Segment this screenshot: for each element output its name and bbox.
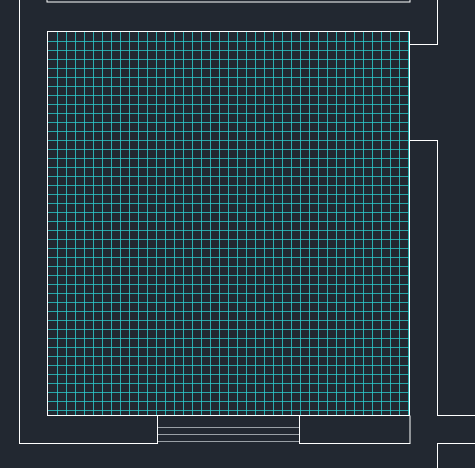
cad-drawing-canvas[interactable] [0,0,475,468]
right-corridor-wall [410,140,475,416]
door-threshold-steps [158,427,299,442]
bottom-right-wall [437,443,475,468]
right-column-upper [410,0,438,45]
floor-plan-drawing [19,0,475,468]
upper-room-bottom-wall [46,0,411,3]
tile-grid-hatch [48,32,409,415]
wall-outlines [19,0,475,468]
